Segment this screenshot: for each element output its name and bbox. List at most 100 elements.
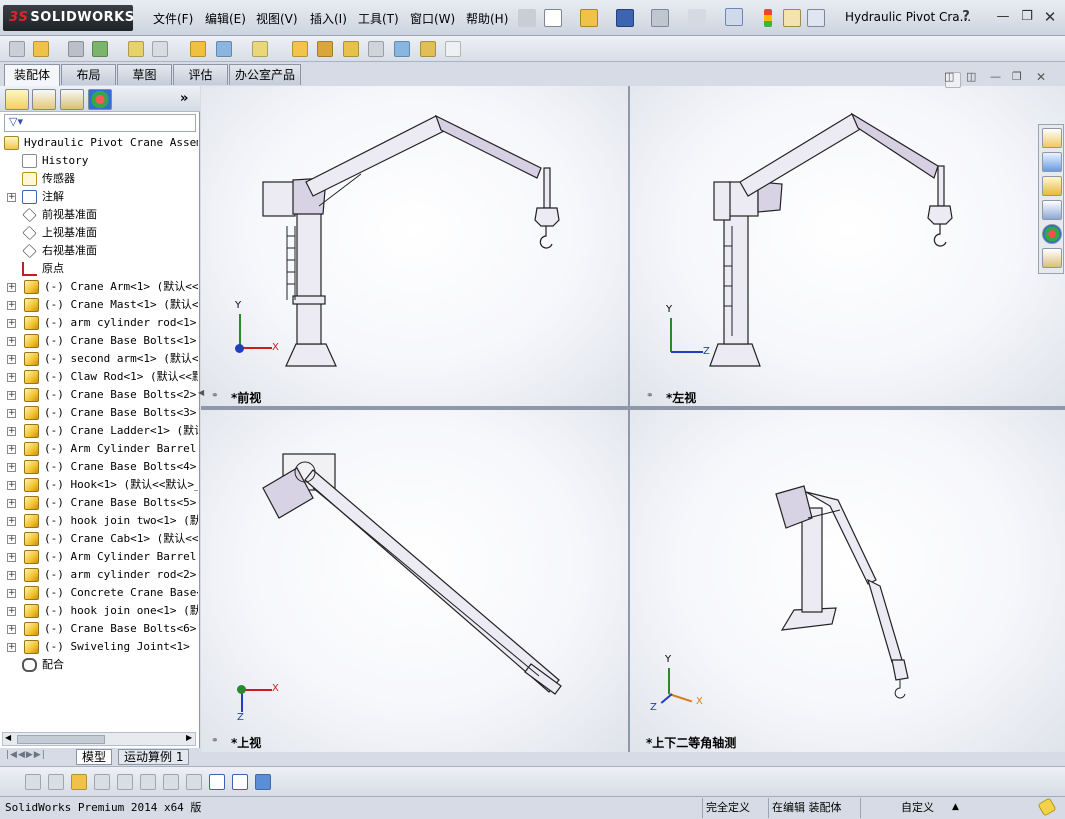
show-hidden-icon[interactable] bbox=[190, 41, 206, 57]
viewport-left[interactable]: Y Z ⚭ *左视 bbox=[630, 86, 1065, 406]
tree-filter-field[interactable]: ▽▾ bbox=[4, 114, 196, 132]
tab-evaluate[interactable]: 评估 bbox=[173, 64, 228, 85]
sketch-tool-5-icon[interactable] bbox=[117, 774, 133, 790]
design-library-icon[interactable] bbox=[1042, 152, 1062, 172]
tab-model[interactable]: 模型 bbox=[76, 749, 113, 765]
units-status[interactable]: 自定义 bbox=[898, 798, 938, 818]
two-view-horizontal-icon[interactable]: ◫ bbox=[966, 70, 976, 83]
sketch-tool-8-icon[interactable] bbox=[186, 774, 202, 790]
clearance-verification-icon[interactable] bbox=[420, 41, 436, 57]
undo-icon[interactable] bbox=[688, 9, 706, 27]
smart-fasteners-icon[interactable] bbox=[128, 41, 144, 57]
expand-toggle-icon[interactable]: + bbox=[7, 589, 16, 598]
tab-office-products[interactable]: 办公室产品 bbox=[229, 64, 301, 85]
tab-scroll-arrows-icon[interactable]: |◀◀▶▶| bbox=[6, 750, 46, 760]
viewport-minimize-icon[interactable]: — bbox=[990, 70, 1001, 83]
two-view-vertical-icon[interactable]: ◫ bbox=[944, 70, 954, 83]
sketch-tool-2-icon[interactable] bbox=[48, 774, 64, 790]
file-properties-icon[interactable] bbox=[783, 9, 801, 27]
select-arrow-icon[interactable] bbox=[725, 8, 743, 26]
tree-horizontal-scrollbar[interactable]: ◀ ▶ bbox=[2, 732, 196, 746]
expand-toggle-icon[interactable]: + bbox=[7, 355, 16, 364]
file-explorer-icon[interactable] bbox=[1042, 176, 1062, 196]
sketch-tool-4-icon[interactable] bbox=[94, 774, 110, 790]
expand-toggle-icon[interactable]: + bbox=[7, 481, 16, 490]
reference-geometry-icon[interactable] bbox=[252, 41, 268, 57]
expand-toggle-icon[interactable]: + bbox=[7, 445, 16, 454]
expand-toggle-icon[interactable]: + bbox=[7, 391, 16, 400]
save-icon[interactable] bbox=[616, 9, 634, 27]
new-motion-study-icon[interactable] bbox=[292, 41, 308, 57]
solidworks-resources-icon[interactable] bbox=[1042, 128, 1062, 148]
appearances-icon[interactable] bbox=[1042, 224, 1062, 244]
expand-toggle-icon[interactable]: + bbox=[7, 499, 16, 508]
expand-toggle-icon[interactable]: + bbox=[7, 535, 16, 544]
sketch-tool-7-icon[interactable] bbox=[163, 774, 179, 790]
expand-toggle-icon[interactable]: + bbox=[7, 625, 16, 634]
linear-pattern-icon[interactable] bbox=[92, 41, 108, 57]
close-icon[interactable]: ✕ bbox=[1042, 9, 1058, 25]
scroll-thumb[interactable] bbox=[17, 735, 105, 744]
expand-toggle-icon[interactable]: + bbox=[7, 553, 16, 562]
expand-toggle-icon[interactable]: + bbox=[7, 373, 16, 382]
viewport-close-icon[interactable]: ✕ bbox=[1036, 70, 1046, 84]
scroll-right-icon[interactable]: ▶ bbox=[186, 733, 192, 742]
expand-toggle-icon[interactable]: + bbox=[7, 463, 16, 472]
menu-edit[interactable]: 编辑(E) bbox=[205, 10, 246, 28]
sketch-tool-3-icon[interactable] bbox=[71, 774, 87, 790]
assembly-features-icon[interactable] bbox=[216, 41, 232, 57]
expand-toggle-icon[interactable]: + bbox=[7, 571, 16, 580]
expand-toggle-icon[interactable]: + bbox=[7, 427, 16, 436]
print-icon[interactable] bbox=[651, 9, 669, 27]
help-icon[interactable]: ? bbox=[958, 9, 974, 25]
options-icon[interactable] bbox=[807, 9, 825, 27]
interference-detection-icon[interactable] bbox=[394, 41, 410, 57]
3d-view-icon[interactable] bbox=[255, 774, 271, 790]
tag-icon[interactable] bbox=[1037, 797, 1057, 817]
feature-manager-tab-icon[interactable] bbox=[5, 89, 29, 110]
exploded-view-icon[interactable] bbox=[343, 41, 359, 57]
expand-toggle-icon[interactable]: + bbox=[7, 319, 16, 328]
view-palette-icon[interactable] bbox=[1042, 200, 1062, 220]
menu-tools[interactable]: 工具(T) bbox=[358, 10, 399, 28]
collapse-panel-arrow-icon[interactable]: ◀ bbox=[198, 388, 204, 397]
expand-toggle-icon[interactable]: + bbox=[7, 607, 16, 616]
tab-assembly[interactable]: 装配体 bbox=[4, 64, 60, 86]
move-component-icon[interactable] bbox=[152, 41, 168, 57]
display-manager-tab-icon[interactable] bbox=[88, 89, 112, 110]
new-part-icon[interactable] bbox=[33, 41, 49, 57]
bill-of-materials-icon[interactable] bbox=[317, 41, 333, 57]
viewport-top[interactable]: X Z ⚭ *上视 bbox=[201, 410, 628, 752]
expand-toggle-icon[interactable]: + bbox=[7, 283, 16, 292]
tab-layout[interactable]: 布局 bbox=[61, 64, 116, 85]
property-manager-tab-icon[interactable] bbox=[32, 89, 56, 110]
viewport-restore-icon[interactable]: ❐ bbox=[1012, 70, 1022, 83]
expand-panel-icon[interactable]: » bbox=[180, 91, 188, 106]
restore-icon[interactable]: ❐ bbox=[1019, 9, 1035, 25]
explode-line-sketch-icon[interactable] bbox=[368, 41, 384, 57]
menu-file[interactable]: 文件(F) bbox=[153, 10, 193, 28]
pin-menu-icon[interactable] bbox=[518, 9, 536, 27]
expand-toggle-icon[interactable]: + bbox=[7, 409, 16, 418]
window-tile-icon[interactable] bbox=[209, 774, 225, 790]
minimize-icon[interactable]: — bbox=[995, 9, 1011, 25]
open-folder-icon[interactable] bbox=[580, 9, 598, 27]
custom-properties-icon[interactable] bbox=[1042, 248, 1062, 268]
instant3d-icon[interactable] bbox=[445, 41, 461, 57]
configuration-manager-tab-icon[interactable] bbox=[60, 89, 84, 110]
tab-sketch[interactable]: 草图 bbox=[117, 64, 172, 85]
viewport-front[interactable]: Y X ⚭ *前视 bbox=[201, 86, 628, 406]
new-document-icon[interactable] bbox=[544, 9, 562, 27]
expand-toggle-icon[interactable]: + bbox=[7, 517, 16, 526]
expand-toggle-icon[interactable]: + bbox=[7, 193, 16, 202]
expand-toggle-icon[interactable]: + bbox=[7, 643, 16, 652]
sketch-tool-6-icon[interactable] bbox=[140, 774, 156, 790]
menu-view[interactable]: 视图(V) bbox=[256, 10, 298, 28]
sketch-tool-1-icon[interactable] bbox=[25, 774, 41, 790]
window-tile-horizontal-icon[interactable] bbox=[232, 774, 248, 790]
menu-window[interactable]: 窗口(W) bbox=[410, 10, 455, 28]
link-views-icon-left[interactable]: ⚭ bbox=[646, 391, 654, 401]
menu-help[interactable]: 帮助(H) bbox=[466, 10, 508, 28]
rebuild-traffic-light-icon[interactable] bbox=[764, 9, 772, 27]
units-arrow-icon[interactable]: ▲ bbox=[952, 797, 959, 817]
